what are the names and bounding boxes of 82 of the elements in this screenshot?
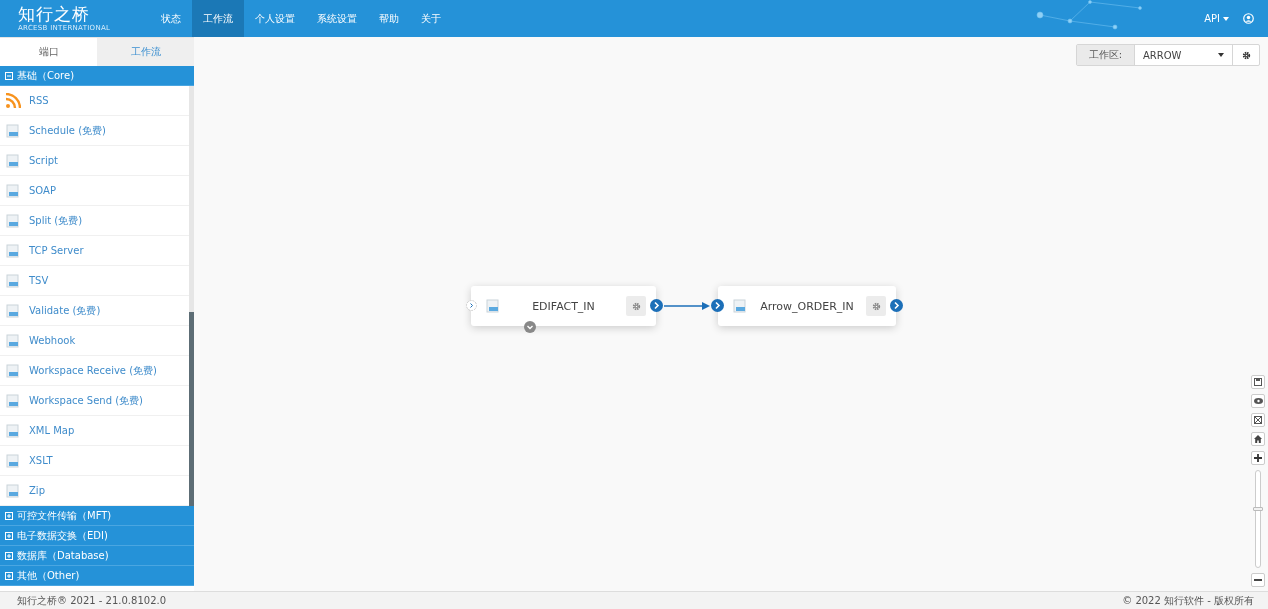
document-icon bbox=[5, 422, 21, 439]
fit-button[interactable] bbox=[1251, 413, 1265, 427]
connection-arrow bbox=[664, 302, 710, 310]
document-icon bbox=[485, 298, 501, 314]
category-label: 数据库（Database) bbox=[17, 548, 109, 563]
category-header[interactable]: 其他（Other) bbox=[0, 566, 194, 586]
document-icon bbox=[5, 392, 21, 409]
user-icon[interactable] bbox=[1243, 13, 1254, 24]
category-label: 基础（Core) bbox=[17, 68, 75, 83]
workspace-dropdown[interactable]: ARROW bbox=[1135, 45, 1233, 65]
document-icon bbox=[5, 452, 21, 469]
document-icon bbox=[5, 332, 21, 349]
nav-tab[interactable]: 系统设置 bbox=[306, 0, 368, 37]
document-icon bbox=[5, 152, 21, 169]
eye-button[interactable] bbox=[1251, 394, 1265, 408]
connector-item[interactable]: XML Map bbox=[0, 416, 189, 446]
home-button[interactable] bbox=[1251, 432, 1265, 446]
eye-icon bbox=[1253, 398, 1263, 404]
workflow-node[interactable]: EDIFACT_IN bbox=[471, 286, 656, 326]
sidebar-tab[interactable]: 工作流 bbox=[97, 37, 194, 66]
save-button[interactable] bbox=[1251, 375, 1265, 389]
connector-item[interactable]: Webhook bbox=[0, 326, 189, 356]
connector-item[interactable]: Schedule (免费) bbox=[0, 116, 189, 146]
document-icon bbox=[732, 298, 748, 314]
connector-item[interactable]: Script bbox=[0, 146, 189, 176]
document-icon bbox=[5, 482, 21, 499]
nav-tab[interactable]: 个人设置 bbox=[244, 0, 306, 37]
category-label: 电子数据交换（EDI) bbox=[17, 528, 108, 543]
document-icon bbox=[5, 242, 21, 259]
category-header[interactable]: 数据库（Database) bbox=[0, 546, 194, 566]
connector-item[interactable]: Workspace Receive (免费) bbox=[0, 356, 189, 386]
connector-item[interactable]: Split (免费) bbox=[0, 206, 189, 236]
slider-thumb[interactable] bbox=[1253, 507, 1263, 512]
nav-tab[interactable]: 工作流 bbox=[192, 0, 244, 37]
settings-icon bbox=[1241, 50, 1251, 60]
category-header[interactable]: 电子数据交换（EDI) bbox=[0, 526, 194, 546]
document-icon bbox=[5, 362, 21, 379]
settings-icon bbox=[871, 301, 881, 311]
category-label: 可控文件传输（MFT) bbox=[17, 508, 112, 523]
minus-icon bbox=[1254, 579, 1262, 581]
connector-item[interactable]: Validate (免费) bbox=[0, 296, 189, 326]
logo-text: 知行之桥 bbox=[18, 4, 91, 24]
document-icon bbox=[5, 302, 21, 319]
document-icon bbox=[5, 182, 21, 199]
zoom-in-button[interactable] bbox=[1251, 451, 1265, 465]
connector-item[interactable]: TCP Server bbox=[0, 236, 189, 266]
connector-item[interactable]: Workspace Send (免费) bbox=[0, 386, 189, 416]
zoom-out-button[interactable] bbox=[1251, 573, 1265, 587]
document-icon bbox=[5, 122, 21, 139]
copyright-text: © 2022 知行软件 - 版权所有 bbox=[1122, 593, 1254, 608]
zoom-slider[interactable] bbox=[1255, 470, 1261, 568]
category-header[interactable]: 基础（Core) bbox=[0, 66, 194, 86]
settings-icon bbox=[631, 301, 641, 311]
api-menu[interactable]: API bbox=[1190, 0, 1243, 37]
home-icon bbox=[1254, 435, 1262, 443]
output-port-icon[interactable] bbox=[890, 299, 903, 312]
document-icon bbox=[5, 272, 21, 289]
connector-item[interactable]: RSS bbox=[0, 86, 189, 116]
scrollbar[interactable] bbox=[189, 86, 194, 506]
caret-icon bbox=[1223, 16, 1229, 21]
workflow-node[interactable]: Arrow_ORDER_IN bbox=[718, 286, 896, 326]
nav-tab[interactable]: 状态 bbox=[150, 0, 192, 37]
nav-tab[interactable]: 帮助 bbox=[368, 0, 410, 37]
input-port-icon[interactable] bbox=[466, 300, 477, 311]
workspace-label: 工作区: bbox=[1076, 45, 1135, 65]
category-label: 其他（Other) bbox=[17, 568, 80, 583]
node-settings-button[interactable] bbox=[626, 296, 646, 316]
category-header[interactable]: 可控文件传输（MFT) bbox=[0, 506, 194, 526]
connector-item[interactable]: XSLT bbox=[0, 446, 189, 476]
output-port-icon[interactable] bbox=[650, 299, 663, 312]
save-icon bbox=[1254, 378, 1262, 386]
plus-icon bbox=[1254, 454, 1262, 462]
fit-icon bbox=[1254, 416, 1262, 424]
document-icon bbox=[5, 212, 21, 229]
rss-icon bbox=[5, 92, 21, 109]
connector-item[interactable]: TSV bbox=[0, 266, 189, 296]
node-settings-button[interactable] bbox=[866, 296, 886, 316]
chevron-down-icon[interactable] bbox=[524, 321, 536, 333]
nav-tab[interactable]: 关于 bbox=[410, 0, 452, 37]
version-text: 知行之桥® 2021 - 21.0.8102.0 bbox=[17, 593, 167, 608]
connector-item[interactable]: SOAP bbox=[0, 176, 189, 206]
caret-icon bbox=[1218, 53, 1224, 57]
